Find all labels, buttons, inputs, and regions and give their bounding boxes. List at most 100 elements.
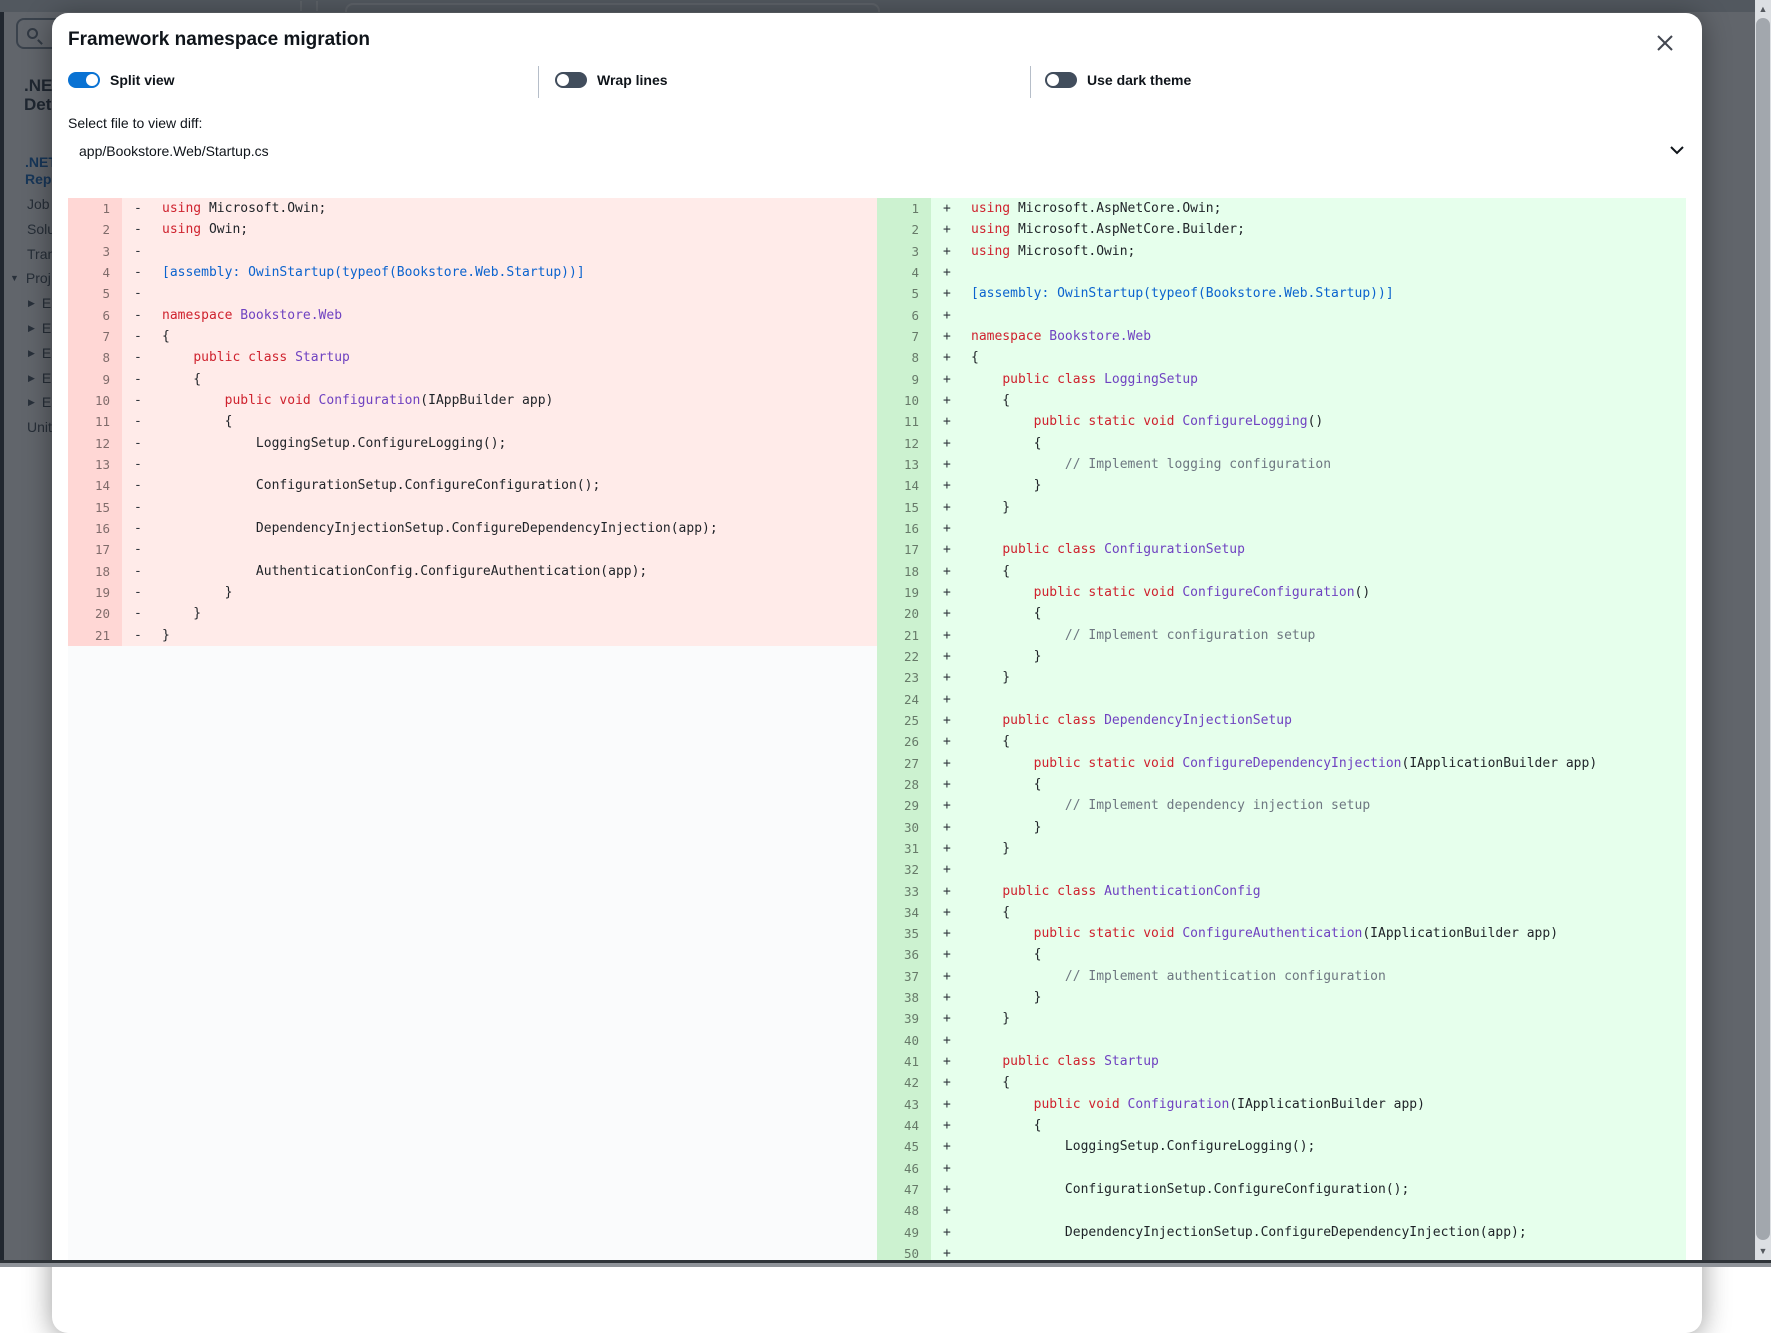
line-number: 2 xyxy=(877,219,931,240)
line-number: 9 xyxy=(877,369,931,390)
split-view-toggle[interactable]: Split view xyxy=(68,72,175,88)
diff-marker: + xyxy=(931,753,963,774)
code-line: } xyxy=(963,646,1686,667)
code-line: { xyxy=(963,1072,1686,1093)
diff-row-added: 19+ public static void ConfigureConfigur… xyxy=(877,582,1686,603)
diff-row-removed: 16- DependencyInjectionSetup.ConfigureDe… xyxy=(68,518,877,539)
line-number: 14 xyxy=(68,475,122,496)
vertical-scrollbar[interactable]: ▲ ▼ xyxy=(1755,0,1771,1267)
code-line xyxy=(154,241,877,262)
diff-row-added: 49+ DependencyInjectionSetup.ConfigureDe… xyxy=(877,1222,1686,1243)
diff-marker: + xyxy=(931,1072,963,1093)
diff-marker: - xyxy=(122,347,154,368)
code-line: namespace Bookstore.Web xyxy=(154,305,877,326)
line-number: 27 xyxy=(877,753,931,774)
diff-marker: + xyxy=(931,1030,963,1051)
code-line: } xyxy=(154,603,877,624)
close-button[interactable] xyxy=(1652,29,1680,57)
diff-marker: + xyxy=(931,966,963,987)
file-select[interactable]: app/Bookstore.Web/Startup.cs xyxy=(68,137,1686,165)
line-number: 42 xyxy=(877,1072,931,1093)
line-number: 6 xyxy=(68,305,122,326)
diff-row-added: 16+ xyxy=(877,518,1686,539)
code-line: using Microsoft.AspNetCore.Owin; xyxy=(963,198,1686,219)
line-number: 40 xyxy=(877,1030,931,1051)
diff-row-added: 3+using Microsoft.Owin; xyxy=(877,241,1686,262)
line-number: 10 xyxy=(877,390,931,411)
diff-row-added: 44+ { xyxy=(877,1115,1686,1136)
diff-marker: + xyxy=(931,561,963,582)
diff-marker: + xyxy=(931,902,963,923)
diff-marker: + xyxy=(931,198,963,219)
diff-row-added: 41+ public class Startup xyxy=(877,1051,1686,1072)
diff-marker: - xyxy=(122,219,154,240)
scrollbar-thumb[interactable] xyxy=(1756,18,1770,1240)
line-number: 11 xyxy=(68,411,122,432)
diff-marker: + xyxy=(931,1158,963,1179)
diff-marker: + xyxy=(931,1200,963,1221)
diff-row-added: 32+ xyxy=(877,859,1686,880)
diff-marker: - xyxy=(122,305,154,326)
scroll-down-icon[interactable]: ▼ xyxy=(1755,1243,1771,1259)
diff-marker: + xyxy=(931,390,963,411)
diff-row-removed: 8- public class Startup xyxy=(68,347,877,368)
code-line: public class Startup xyxy=(154,347,877,368)
diff-row-removed: 9- { xyxy=(68,369,877,390)
line-number: 31 xyxy=(877,838,931,859)
diff-marker: - xyxy=(122,326,154,347)
wrap-lines-toggle[interactable]: Wrap lines xyxy=(555,72,668,88)
diff-marker: + xyxy=(931,219,963,240)
diff-marker: + xyxy=(931,582,963,603)
code-line: public class DependencyInjectionSetup xyxy=(963,710,1686,731)
diff-marker: + xyxy=(931,1051,963,1072)
code-line xyxy=(963,689,1686,710)
diff-marker: + xyxy=(931,667,963,688)
diff-marker: + xyxy=(931,518,963,539)
code-line: ConfigurationSetup.ConfigureConfiguratio… xyxy=(963,1179,1686,1200)
diff-row-removed: 5- xyxy=(68,283,877,304)
diff-row-added: 11+ public static void ConfigureLogging(… xyxy=(877,411,1686,432)
diff-marker: + xyxy=(931,497,963,518)
line-number: 48 xyxy=(877,1200,931,1221)
diff-row-added: 14+ } xyxy=(877,475,1686,496)
line-number: 35 xyxy=(877,923,931,944)
line-number: 39 xyxy=(877,1008,931,1029)
code-line: { xyxy=(963,902,1686,923)
toggles-row: Split view Wrap lines Use dark theme xyxy=(68,69,1686,95)
scroll-up-icon[interactable]: ▲ xyxy=(1755,1,1771,17)
code-line xyxy=(963,518,1686,539)
diff-marker: + xyxy=(931,923,963,944)
diff-marker: - xyxy=(122,539,154,560)
diff-marker: - xyxy=(122,497,154,518)
diff-row-added: 21+ // Implement configuration setup xyxy=(877,625,1686,646)
diff-marker: - xyxy=(122,582,154,603)
code-line: public void Configuration(IApplicationBu… xyxy=(963,1094,1686,1115)
diff-row-removed: 10- public void Configuration(IAppBuilde… xyxy=(68,390,877,411)
line-number: 41 xyxy=(877,1051,931,1072)
diff-row-added: 46+ xyxy=(877,1158,1686,1179)
diff-marker: + xyxy=(931,859,963,880)
diff-row-removed: 2-using Owin; xyxy=(68,219,877,240)
diff-marker: + xyxy=(931,795,963,816)
diff-row-added: 42+ { xyxy=(877,1072,1686,1093)
diff-marker: - xyxy=(122,390,154,411)
code-line: using Microsoft.Owin; xyxy=(963,241,1686,262)
line-number: 47 xyxy=(877,1179,931,1200)
code-line: public void Configuration(IAppBuilder ap… xyxy=(154,390,877,411)
dark-theme-toggle[interactable]: Use dark theme xyxy=(1045,72,1191,88)
code-line: { xyxy=(154,411,877,432)
line-number: 19 xyxy=(68,582,122,603)
diff-row-added: 4+ xyxy=(877,262,1686,283)
diff-row-removed: 17- xyxy=(68,539,877,560)
line-number: 28 xyxy=(877,774,931,795)
line-number: 32 xyxy=(877,859,931,880)
diff-row-added: 47+ ConfigurationSetup.ConfigureConfigur… xyxy=(877,1179,1686,1200)
diff-marker: + xyxy=(931,646,963,667)
file-select-value: app/Bookstore.Web/Startup.cs xyxy=(68,143,1670,159)
diff-row-added: 22+ } xyxy=(877,646,1686,667)
code-line: { xyxy=(963,603,1686,624)
diff-row-added: 1+using Microsoft.AspNetCore.Owin; xyxy=(877,198,1686,219)
diff-row-added: 43+ public void Configuration(IApplicati… xyxy=(877,1094,1686,1115)
diff-row-added: 40+ xyxy=(877,1030,1686,1051)
code-line: // Implement dependency injection setup xyxy=(963,795,1686,816)
